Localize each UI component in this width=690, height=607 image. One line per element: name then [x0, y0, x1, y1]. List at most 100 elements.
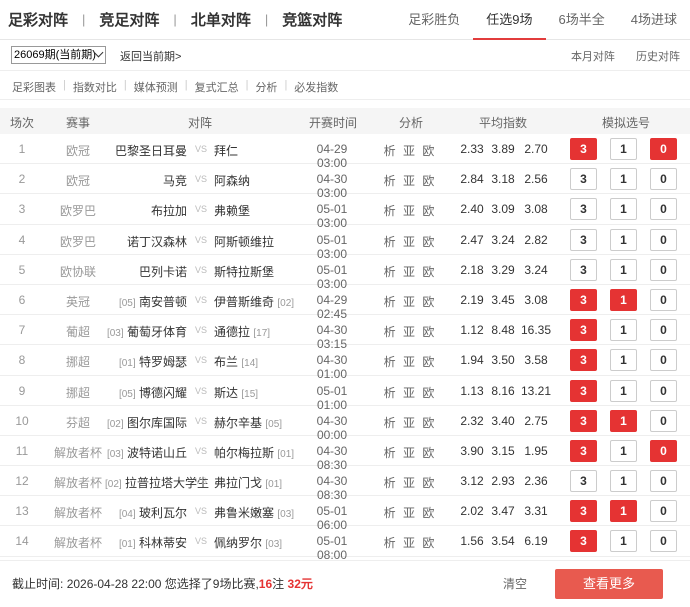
home-team[interactable]: [05] 南安普顿 [105, 293, 187, 310]
pick-0-button[interactable]: 0 [650, 228, 677, 251]
home-team[interactable]: [04] 玻利瓦尔 [105, 504, 187, 521]
pick-0-button[interactable]: 0 [650, 470, 677, 493]
pick-1-button[interactable]: 1 [610, 379, 637, 402]
league-name[interactable]: 欧冠 [48, 172, 108, 189]
tool-link[interactable]: 复式汇总 [195, 79, 239, 95]
away-team[interactable]: 弗赖堡 [214, 202, 304, 219]
return-current-link[interactable]: 返回当前期> [120, 48, 181, 64]
analysis-links[interactable]: 析 亚 欧 [380, 263, 440, 280]
pick-3-button[interactable]: 3 [570, 530, 597, 553]
tool-link[interactable]: 指数对比 [73, 79, 117, 95]
away-team[interactable]: 斯达 [15] [214, 384, 304, 401]
analysis-links[interactable]: 析 亚 欧 [380, 293, 440, 310]
pick-3-button[interactable]: 3 [570, 319, 597, 342]
tool-link[interactable]: 必发指数 [294, 79, 338, 95]
pick-0-button[interactable]: 0 [650, 138, 677, 160]
league-name[interactable]: 欧冠 [48, 142, 108, 159]
analysis-links[interactable]: 析 亚 欧 [380, 504, 440, 521]
pick-0-button[interactable]: 0 [650, 319, 677, 342]
monthly-matches-link[interactable]: 本月对阵 [571, 51, 615, 63]
analysis-links[interactable]: 析 亚 欧 [380, 172, 440, 189]
league-name[interactable]: 解放者杯 [48, 444, 108, 461]
home-team[interactable]: [02] 图尔库国际 [105, 414, 187, 431]
pick-3-button[interactable]: 3 [570, 470, 597, 493]
away-team[interactable]: 弗鲁米嫩塞 [03] [214, 504, 304, 521]
analysis-links[interactable]: 析 亚 欧 [380, 202, 440, 219]
pick-0-button[interactable]: 0 [650, 349, 677, 372]
league-name[interactable]: 挪超 [48, 353, 108, 370]
pick-0-button[interactable]: 0 [650, 258, 677, 281]
home-team[interactable]: [02] 拉普拉塔大学生 [105, 474, 209, 491]
pick-3-button[interactable]: 3 [570, 439, 597, 462]
analysis-links[interactable]: 析 亚 欧 [380, 534, 440, 551]
clear-button[interactable]: 清空 [503, 575, 527, 592]
pick-3-button[interactable]: 3 [570, 168, 597, 191]
tool-link[interactable]: 足彩图表 [12, 79, 56, 95]
pick-1-button[interactable]: 1 [610, 470, 637, 493]
home-team[interactable]: 巴黎圣日耳曼 [105, 142, 187, 159]
home-team[interactable]: [03] 波特诺山丘 [105, 444, 187, 461]
tab-jinglan[interactable]: 竞篮对阵 [282, 9, 342, 30]
pick-1-button[interactable]: 1 [610, 228, 637, 251]
analysis-links[interactable]: 析 亚 欧 [380, 142, 440, 159]
pick-3-button[interactable]: 3 [570, 349, 597, 372]
subtab-renxuan9[interactable]: 任选9场 [473, 0, 546, 40]
tab-jingzu[interactable]: 竞足对阵 [99, 9, 159, 30]
analysis-links[interactable]: 析 亚 欧 [380, 414, 440, 431]
home-team[interactable]: 布拉加 [105, 202, 187, 219]
pick-0-button[interactable]: 0 [650, 198, 677, 221]
pick-0-button[interactable]: 0 [650, 168, 677, 191]
pick-1-button[interactable]: 1 [610, 349, 637, 372]
league-name[interactable]: 欧协联 [48, 263, 108, 280]
league-name[interactable]: 解放者杯 [48, 474, 108, 491]
pick-1-button[interactable]: 1 [610, 288, 637, 311]
pick-0-button[interactable]: 0 [650, 530, 677, 553]
away-team[interactable]: 斯特拉斯堡 [214, 263, 304, 280]
away-team[interactable]: 佩纳罗尔 [03] [214, 534, 304, 551]
away-team[interactable]: 阿斯顿维拉 [214, 233, 304, 250]
tool-link[interactable]: 媒体预测 [134, 79, 178, 95]
pick-1-button[interactable]: 1 [610, 319, 637, 342]
home-team[interactable]: [03] 葡萄牙体育 [105, 323, 187, 340]
pick-3-button[interactable]: 3 [570, 500, 597, 523]
league-name[interactable]: 芬超 [48, 414, 108, 431]
pick-1-button[interactable]: 1 [610, 439, 637, 462]
league-name[interactable]: 欧罗巴 [48, 233, 108, 250]
pick-0-button[interactable]: 0 [650, 439, 677, 462]
period-select[interactable]: 26069期(当前期) [11, 46, 106, 64]
analysis-links[interactable]: 析 亚 欧 [380, 353, 440, 370]
pick-3-button[interactable]: 3 [570, 228, 597, 251]
league-name[interactable]: 欧罗巴 [48, 202, 108, 219]
view-more-button[interactable]: 查看更多 [555, 569, 663, 599]
away-team[interactable]: 帕尔梅拉斯 [01] [214, 444, 304, 461]
subtab-banquan[interactable]: 6场半全 [546, 0, 618, 40]
pick-3-button[interactable]: 3 [570, 409, 597, 432]
pick-1-button[interactable]: 1 [610, 198, 637, 221]
away-team[interactable]: 伊普斯维奇 [02] [214, 293, 304, 310]
home-team[interactable]: [01] 特罗姆瑟 [105, 353, 187, 370]
away-team[interactable]: 通德拉 [17] [214, 323, 304, 340]
pick-1-button[interactable]: 1 [610, 168, 637, 191]
pick-0-button[interactable]: 0 [650, 500, 677, 523]
away-team[interactable]: 拜仁 [214, 142, 304, 159]
analysis-links[interactable]: 析 亚 欧 [380, 384, 440, 401]
subtab-shengfu[interactable]: 足彩胜负 [395, 0, 473, 40]
history-matches-link[interactable]: 历史对阵 [636, 51, 680, 63]
league-name[interactable]: 解放者杯 [48, 534, 108, 551]
league-name[interactable]: 英冠 [48, 293, 108, 310]
analysis-links[interactable]: 析 亚 欧 [380, 474, 440, 491]
tool-link[interactable]: 分析 [255, 79, 277, 95]
home-team[interactable]: 巴列卡诺 [105, 263, 187, 280]
league-name[interactable]: 葡超 [48, 323, 108, 340]
pick-1-button[interactable]: 1 [610, 409, 637, 432]
league-name[interactable]: 挪超 [48, 384, 108, 401]
pick-0-button[interactable]: 0 [650, 379, 677, 402]
home-team[interactable]: [01] 科林蒂安 [105, 534, 187, 551]
pick-3-button[interactable]: 3 [570, 258, 597, 281]
tab-zucai[interactable]: 足彩对阵 [8, 9, 68, 30]
pick-3-button[interactable]: 3 [570, 288, 597, 311]
pick-1-button[interactable]: 1 [610, 530, 637, 553]
tab-beidan[interactable]: 北单对阵 [191, 9, 251, 30]
pick-1-button[interactable]: 1 [610, 138, 637, 160]
pick-0-button[interactable]: 0 [650, 409, 677, 432]
